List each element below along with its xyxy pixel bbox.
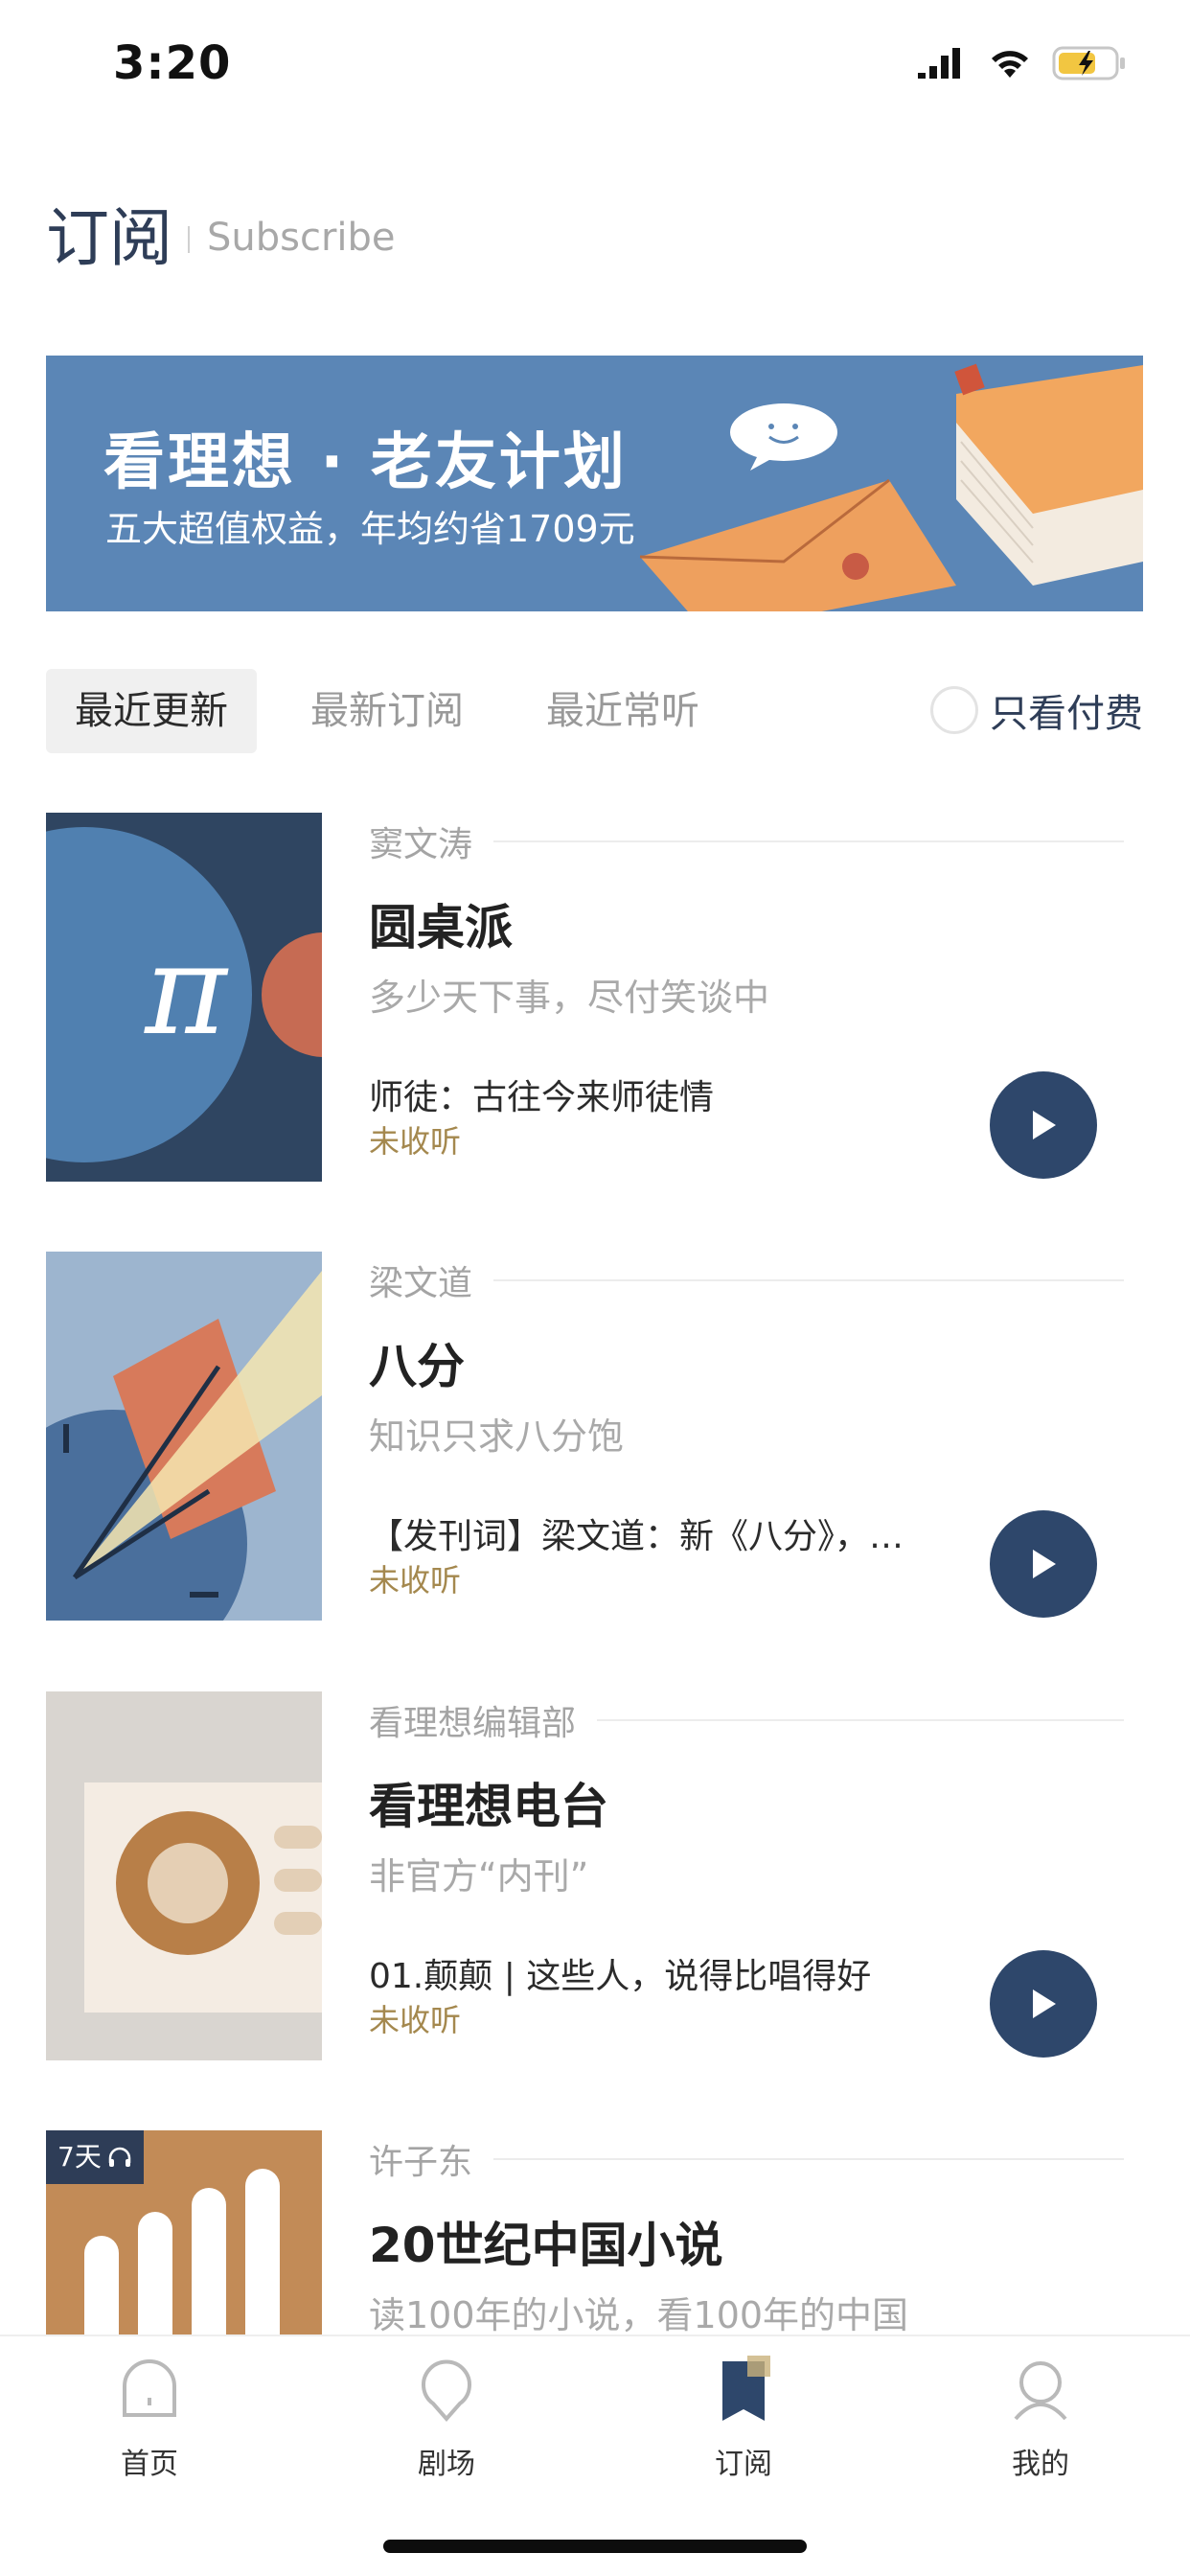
item-description: 非官方“内刊” <box>369 1855 589 1898</box>
chat-bubble-icon <box>730 403 837 471</box>
play-button[interactable] <box>990 1950 1097 2058</box>
signal-icon <box>918 48 960 79</box>
status-bar: 3:20 <box>0 0 1190 126</box>
trial-badge-label: 7天 <box>57 2141 102 2173</box>
author-row: 梁文道 <box>369 1255 1124 1305</box>
item-title: 八分 <box>369 1339 465 1394</box>
wifi-icon <box>992 51 1028 78</box>
promo-banner[interactable]: 看理想 · 老友计划 五大超值权益，年均约省1709元 <box>46 356 1143 611</box>
author-name: 窦文涛 <box>369 825 473 864</box>
tab-recent-updates[interactable]: 最近更新 <box>46 669 257 753</box>
status-icons <box>918 44 1127 82</box>
listen-status: 未收听 <box>369 1123 462 1160</box>
tab-profile[interactable]: 我的 <box>945 2356 1136 2482</box>
item-description: 知识只求八分饱 <box>369 1415 625 1458</box>
author-name: 许子东 <box>369 2143 473 2182</box>
tab-new-subscriptions[interactable]: 最新订阅 <box>282 669 492 753</box>
envelope-icon <box>639 478 956 611</box>
tab-subscribe[interactable]: 订阅 <box>648 2356 839 2482</box>
status-time: 3:20 <box>113 36 232 90</box>
play-icon <box>1033 1111 1056 1139</box>
cover-image <box>46 1252 322 1621</box>
item-title: 20世纪中国小说 <box>369 2218 723 2273</box>
pi-symbol: π <box>143 917 229 1063</box>
item-title: 圆桌派 <box>369 900 513 955</box>
tab-subscribe-label: 订阅 <box>715 2448 772 2481</box>
filter-tabs: 最近更新 最新订阅 最近常听 只看付费 <box>46 669 1143 753</box>
listen-status: 未收听 <box>369 2002 462 2038</box>
book-icon <box>954 363 1143 586</box>
author-row: 许子东 <box>369 2134 1124 2184</box>
bookmark-icon <box>722 2356 770 2421</box>
tab-profile-label: 我的 <box>1012 2448 1069 2481</box>
page-subtitle: Subscribe <box>207 216 396 260</box>
paid-only-radio[interactable] <box>930 686 978 734</box>
trial-badge: 7天 <box>46 2130 144 2184</box>
cover-image: 7天 <box>46 2130 322 2334</box>
tab-theater-label: 剧场 <box>418 2448 475 2481</box>
list-item[interactable]: 7天 许子东 20世纪中国小说 读100年的小说，看100年的中国 <box>46 2130 1143 2334</box>
banner-title: 看理想 · 老友计划 <box>103 427 628 498</box>
item-title: 看理想电台 <box>369 1779 608 1834</box>
author-row: 窦文涛 <box>369 816 1124 866</box>
author-divider <box>597 1719 1124 1721</box>
paid-only-toggle[interactable]: 只看付费 <box>930 682 1143 738</box>
battery-icon <box>1052 46 1125 80</box>
tab-theater[interactable]: 剧场 <box>351 2356 542 2482</box>
banner-subtitle: 五大超值权益，年均约省1709元 <box>105 508 635 550</box>
list-item[interactable]: π 窦文涛 圆桌派 多少天下事，尽付笑谈中 师徒：古往今来师徒情 未收听 <box>46 813 1143 1182</box>
tab-home[interactable]: 首页 <box>54 2356 245 2482</box>
item-description: 读100年的小说，看100年的中国 <box>369 2294 909 2334</box>
tab-home-label: 首页 <box>121 2448 178 2481</box>
author-divider <box>493 840 1124 842</box>
author-divider <box>493 1279 1124 1281</box>
play-icon <box>1033 1990 1056 2018</box>
listen-status: 未收听 <box>369 1562 462 1598</box>
home-icon <box>123 2359 176 2417</box>
profile-icon <box>1014 2361 1067 2421</box>
list-item[interactable]: 看理想编辑部 看理想电台 非官方“内刊” 01.颠颠 | 这些人，说得比唱得好 … <box>46 1691 1143 2060</box>
cover-image <box>46 1691 322 2060</box>
author-name: 看理想编辑部 <box>369 1704 577 1743</box>
play-icon <box>1033 1550 1056 1578</box>
cover-image: π <box>46 813 322 1182</box>
item-description: 多少天下事，尽付笑谈中 <box>369 977 770 1019</box>
play-button[interactable] <box>990 1071 1097 1179</box>
headphones-icon <box>108 2147 131 2167</box>
title-divider <box>188 226 190 253</box>
play-button[interactable] <box>990 1510 1097 1618</box>
author-divider <box>493 2158 1124 2160</box>
home-indicator <box>383 2540 807 2553</box>
page-title: 订阅 <box>46 201 172 275</box>
latest-episode: 【发刊词】梁文道：新《八分》，… <box>369 1517 904 1556</box>
list-item[interactable]: 梁文道 八分 知识只求八分饱 【发刊词】梁文道：新《八分》，… 未收听 <box>46 1252 1143 1621</box>
author-name: 梁文道 <box>369 1264 473 1303</box>
latest-episode: 01.颠颠 | 这些人，说得比唱得好 <box>369 1957 872 1996</box>
tab-frequently-listened[interactable]: 最近常听 <box>517 669 728 753</box>
latest-episode: 师徒：古往今来师徒情 <box>369 1078 715 1117</box>
theater-icon <box>422 2359 471 2423</box>
paid-only-label: 只看付费 <box>990 692 1143 736</box>
author-row: 看理想编辑部 <box>369 1695 1124 1745</box>
